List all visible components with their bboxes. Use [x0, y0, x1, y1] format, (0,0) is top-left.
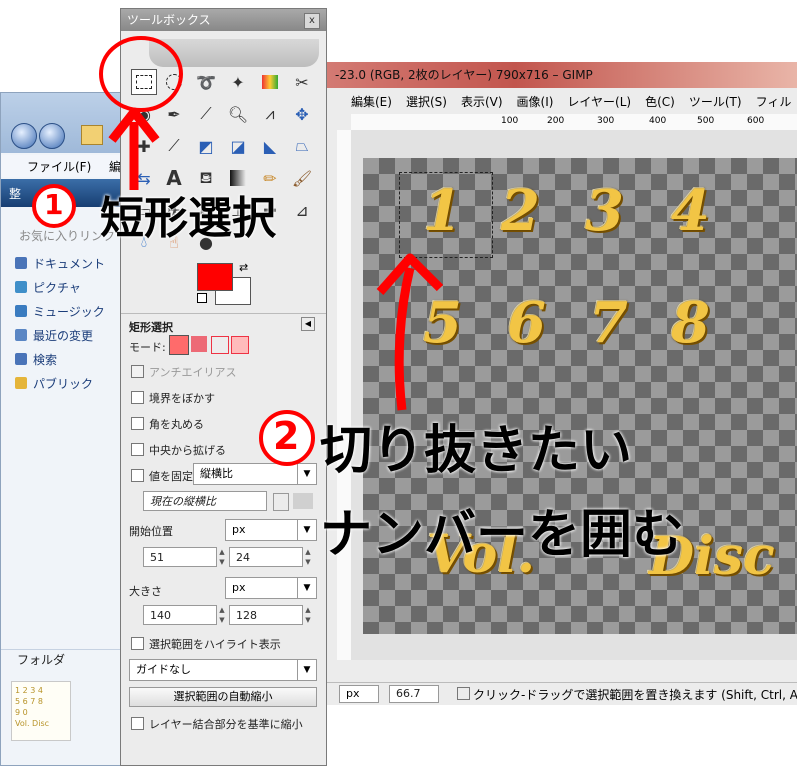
step2-label-line2: ナンバーを囲む	[320, 505, 685, 565]
arrow2-shaft	[394, 266, 415, 411]
highlight-circle	[99, 36, 183, 112]
annotation-overlay	[32, 36, 444, 466]
step1-label: 短形選択	[100, 193, 276, 244]
fg-color-swatch[interactable]	[197, 263, 233, 291]
step2-number: 2	[273, 414, 300, 458]
step1-number: 1	[44, 188, 64, 221]
step2-label-line1: 切り抜きたい	[320, 421, 633, 481]
